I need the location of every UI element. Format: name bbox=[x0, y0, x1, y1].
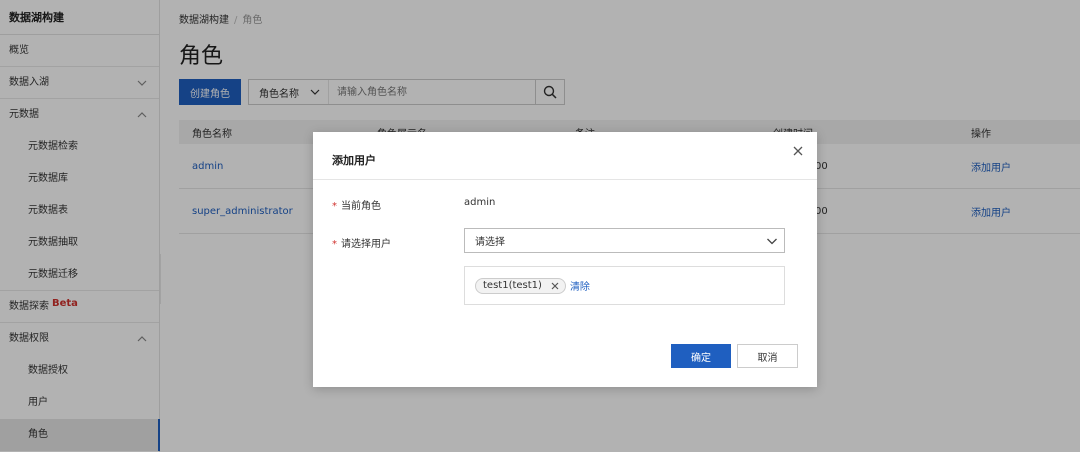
current-role-value: admin bbox=[464, 197, 496, 208]
close-icon[interactable] bbox=[791, 144, 805, 158]
field-label: 当前角色 bbox=[341, 201, 381, 212]
user-tag: test1(test1) bbox=[475, 277, 566, 294]
current-role-label: * 当前角色 bbox=[332, 197, 381, 212]
cancel-button[interactable]: 取消 bbox=[737, 344, 798, 368]
selected-users-box: test1(test1) 清除 bbox=[464, 266, 785, 305]
clear-link[interactable]: 清除 bbox=[570, 278, 590, 293]
confirm-button[interactable]: 确定 bbox=[671, 344, 731, 368]
required-mark: * bbox=[332, 201, 337, 212]
user-select-placeholder: 请选择 bbox=[475, 237, 505, 248]
add-user-dialog: 添加用户 * 当前角色 admin * 请选择用户 请选择 test1(test1)… bbox=[313, 132, 817, 387]
dialog-header: 添加用户 bbox=[313, 132, 817, 180]
chevron-down-icon bbox=[767, 238, 777, 244]
dialog-title: 添加用户 bbox=[332, 154, 376, 167]
user-select[interactable]: 请选择 bbox=[464, 228, 785, 253]
user-tag-label: test1(test1) bbox=[483, 280, 542, 291]
close-icon[interactable] bbox=[551, 282, 559, 290]
field-label: 请选择用户 bbox=[341, 239, 391, 250]
required-mark: * bbox=[332, 239, 337, 250]
select-user-label: * 请选择用户 bbox=[332, 235, 391, 250]
